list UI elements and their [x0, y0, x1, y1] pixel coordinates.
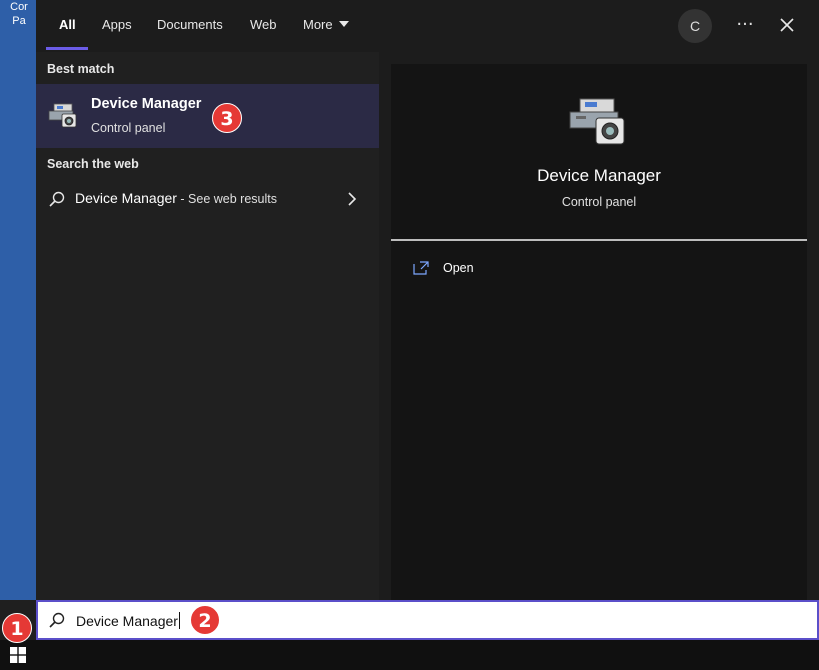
text-cursor	[178, 612, 180, 629]
search-input-value: Device Manager	[76, 613, 178, 629]
results-pane: Best match Device Manager Control panel …	[36, 52, 379, 600]
taskbar	[0, 640, 819, 670]
caret-down-icon	[338, 21, 349, 27]
step-badge-1: 1	[2, 613, 32, 643]
open-label: Open	[443, 261, 474, 275]
search-icon	[48, 190, 66, 208]
more-options-icon[interactable]: ···	[732, 12, 758, 38]
preview-subtitle: Control panel	[561, 195, 637, 209]
tab-documents[interactable]: Documents	[157, 0, 223, 50]
search-input[interactable]: Device Manager	[76, 612, 180, 629]
chevron-right-icon[interactable]	[346, 191, 358, 207]
tab-active-indicator	[46, 47, 88, 50]
preview-title: Device Manager	[537, 166, 661, 185]
step-badge-2: 2	[190, 605, 220, 635]
account-avatar[interactable]: C	[678, 9, 712, 43]
tab-all[interactable]: All	[59, 0, 76, 50]
web-search-result[interactable]: Device Manager - See web results	[36, 184, 379, 214]
tab-more-label: More	[303, 17, 333, 32]
search-web-heading: Search the web	[47, 157, 139, 171]
web-result-text: Device Manager - See web results	[75, 190, 277, 206]
open-icon	[413, 260, 429, 275]
tab-web[interactable]: Web	[250, 0, 277, 50]
desktop-icon-label[interactable]: Cor Pa	[2, 0, 36, 28]
best-match-result[interactable]: Device Manager Control panel	[36, 84, 379, 148]
start-menu: All Apps Documents Web More C ··· Best m…	[36, 0, 819, 600]
best-match-title: Device Manager	[91, 96, 202, 112]
device-manager-icon	[48, 102, 78, 130]
best-match-heading: Best match	[47, 62, 115, 76]
search-tabs: All Apps Documents Web More C ···	[36, 0, 819, 52]
desktop-icon-label-line1: Cor	[10, 1, 28, 13]
web-result-suffix: - See web results	[176, 192, 277, 206]
search-icon	[48, 611, 66, 629]
close-icon[interactable]	[774, 12, 800, 38]
device-manager-large-icon	[568, 96, 628, 148]
step-badge-3: 3	[212, 103, 242, 133]
windows-start-icon[interactable]	[10, 647, 26, 663]
desktop-icon-label-line2: Pa	[12, 15, 26, 27]
best-match-subtitle: Control panel	[91, 121, 166, 135]
desktop-background: Cor Pa	[0, 0, 36, 600]
web-result-query: Device Manager	[75, 190, 177, 206]
tab-apps[interactable]: Apps	[102, 0, 132, 50]
tab-more[interactable]: More	[303, 0, 349, 50]
search-box[interactable]: Device Manager	[36, 600, 819, 640]
preview-pane: Device Manager Control panel Open	[391, 64, 807, 600]
preview-header: Device Manager Control panel	[391, 64, 807, 241]
